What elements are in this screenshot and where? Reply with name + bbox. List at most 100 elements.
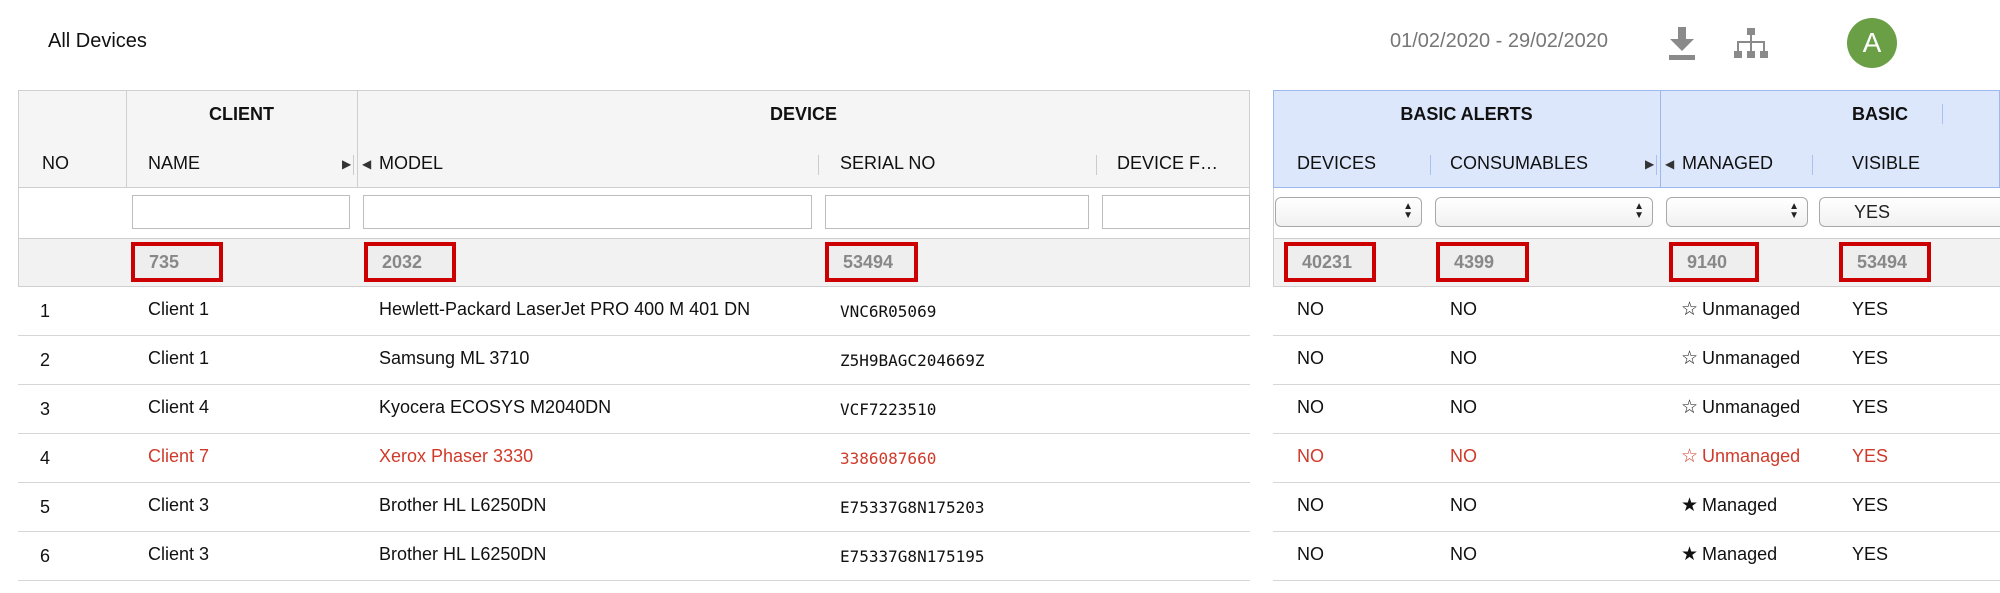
- serial-cell[interactable]: 3386087660: [840, 449, 936, 468]
- devices-alert-cell: NO: [1297, 299, 1324, 319]
- client-name-cell[interactable]: Client 3: [148, 495, 209, 516]
- table-row[interactable]: [1273, 287, 2000, 336]
- table-row[interactable]: [1273, 532, 2000, 581]
- row-number: 4: [40, 448, 51, 468]
- sitemap-icon: [1734, 28, 1768, 58]
- model-filter-input[interactable]: [363, 195, 812, 229]
- visible-cell: YES: [1852, 397, 1889, 417]
- column-separator: [1430, 155, 1431, 175]
- consumables-alert-cell: NO: [1450, 348, 1477, 368]
- star-outline-icon[interactable]: ☆: [1681, 446, 1698, 467]
- managed-cell[interactable]: ☆ Unmanaged: [1681, 298, 1800, 321]
- column-header-visible[interactable]: VISIBLE: [1852, 153, 1920, 174]
- column-resize-handle[interactable]: ▶: [342, 157, 351, 171]
- star-filled-icon[interactable]: ★: [1681, 495, 1698, 516]
- column-separator: [1812, 155, 1813, 175]
- download-button[interactable]: [1660, 22, 1704, 66]
- visible-cell: YES: [1852, 348, 1889, 368]
- managed-label: Unmanaged: [1702, 446, 1801, 466]
- managed-cell[interactable]: ☆ Unmanaged: [1681, 396, 1800, 419]
- managed-cell[interactable]: ☆ Unmanaged: [1681, 445, 1800, 468]
- column-separator: [1096, 155, 1097, 175]
- visible-filter-select[interactable]: YES: [1819, 197, 2000, 227]
- managed-label: Unmanaged: [1702, 299, 1801, 319]
- model-cell[interactable]: Brother HL L6250DN: [379, 544, 546, 565]
- managed-cell[interactable]: ☆ Unmanaged: [1681, 347, 1800, 370]
- consumables-filter-select[interactable]: ▲ ▼: [1435, 197, 1653, 227]
- serial-cell[interactable]: E75337G8N175195: [840, 547, 985, 566]
- consumables-alert-cell: NO: [1450, 495, 1477, 515]
- column-header-name[interactable]: NAME: [148, 153, 200, 174]
- column-header-consumables[interactable]: CONSUMABLES: [1450, 153, 1588, 174]
- client-name-cell[interactable]: Client 3: [148, 544, 209, 565]
- managed-cell[interactable]: ★ Managed: [1681, 494, 1777, 517]
- managed-label: Managed: [1702, 495, 1778, 515]
- column-resize-handle[interactable]: ▶: [1645, 157, 1654, 171]
- column-header-model[interactable]: MODEL: [379, 153, 443, 174]
- client-name-cell[interactable]: Client 7: [148, 446, 209, 467]
- column-header-serial-no[interactable]: SERIAL NO: [840, 153, 935, 174]
- row-number: 3: [40, 399, 51, 419]
- managed-label: Managed: [1702, 544, 1778, 564]
- table-row[interactable]: [1273, 336, 2000, 385]
- serial-cell[interactable]: E75337G8N175203: [840, 498, 985, 517]
- model-cell[interactable]: Samsung ML 3710: [379, 348, 529, 369]
- column-resize-handle[interactable]: ◀: [1665, 157, 1674, 171]
- star-filled-icon[interactable]: ★: [1681, 544, 1698, 565]
- total-devices-count: 40231: [1284, 242, 1376, 282]
- serial-cell[interactable]: VNC6R05069: [840, 302, 936, 321]
- table-row[interactable]: [1273, 434, 2000, 483]
- table-row[interactable]: [1273, 483, 2000, 532]
- model-cell[interactable]: Kyocera ECOSYS M2040DN: [379, 397, 611, 418]
- star-outline-icon[interactable]: ☆: [1681, 299, 1698, 320]
- user-avatar[interactable]: A: [1847, 18, 1897, 68]
- device-group-header: DEVICE: [769, 104, 838, 124]
- model-cell[interactable]: Xerox Phaser 3330: [379, 446, 533, 467]
- visible-cell: YES: [1852, 299, 1889, 319]
- managed-cell[interactable]: ★ Managed: [1681, 543, 1777, 566]
- select-arrows-icon: ▲ ▼: [1789, 201, 1799, 221]
- visible-cell: YES: [1852, 446, 1889, 466]
- column-header-managed[interactable]: MANAGED: [1682, 153, 1773, 174]
- serial-cell[interactable]: VCF7223510: [840, 400, 936, 419]
- basic-group-header: BASIC: [1851, 104, 1908, 124]
- client-name-cell[interactable]: Client 1: [148, 348, 209, 369]
- column-resize-handle[interactable]: ◀: [362, 157, 371, 171]
- client-name-cell[interactable]: Client 4: [148, 397, 209, 418]
- managed-filter-select[interactable]: ▲ ▼: [1666, 197, 1808, 227]
- model-cell[interactable]: Hewlett-Packard LaserJet PRO 400 M 401 D…: [379, 299, 750, 320]
- serial-filter-input[interactable]: [825, 195, 1089, 229]
- visible-cell: YES: [1852, 495, 1889, 515]
- star-outline-icon[interactable]: ☆: [1681, 348, 1698, 369]
- consumables-alert-cell: NO: [1450, 446, 1477, 466]
- column-separator: [1656, 155, 1657, 175]
- managed-label: Unmanaged: [1702, 397, 1801, 417]
- total-model-count: 2032: [364, 242, 456, 282]
- model-cell[interactable]: Brother HL L6250DN: [379, 495, 546, 516]
- devices-alert-cell: NO: [1297, 348, 1324, 368]
- date-range-picker[interactable]: 01/02/2020 - 29/02/2020: [1390, 30, 1608, 53]
- select-arrows-icon: ▲ ▼: [1403, 201, 1413, 221]
- consumables-alert-cell: NO: [1450, 299, 1477, 319]
- client-group-header: CLIENT: [209, 104, 274, 124]
- consumables-alert-cell: NO: [1450, 397, 1477, 417]
- device-f-filter-input[interactable]: [1102, 195, 1250, 229]
- column-separator: [353, 155, 354, 175]
- hierarchy-button[interactable]: [1729, 22, 1773, 66]
- name-filter-input[interactable]: [132, 195, 350, 229]
- total-consumables-count: 4399: [1436, 242, 1529, 282]
- column-header-devices[interactable]: DEVICES: [1297, 153, 1376, 174]
- devices-alert-cell: NO: [1297, 397, 1324, 417]
- table-row[interactable]: [1273, 385, 2000, 434]
- total-visible-count: 53494: [1839, 242, 1931, 282]
- total-name-count: 735: [131, 242, 223, 282]
- row-number: 6: [40, 546, 51, 566]
- devices-filter-select[interactable]: ▲ ▼: [1275, 197, 1422, 227]
- client-name-cell[interactable]: Client 1: [148, 299, 209, 320]
- star-outline-icon[interactable]: ☆: [1681, 397, 1698, 418]
- column-header-device-f[interactable]: DEVICE F…: [1117, 153, 1218, 174]
- column-separator: [818, 155, 819, 175]
- column-header-no[interactable]: NO: [42, 153, 69, 174]
- serial-cell[interactable]: Z5H9BAGC204669Z: [840, 351, 985, 370]
- page-title: All Devices: [48, 30, 147, 52]
